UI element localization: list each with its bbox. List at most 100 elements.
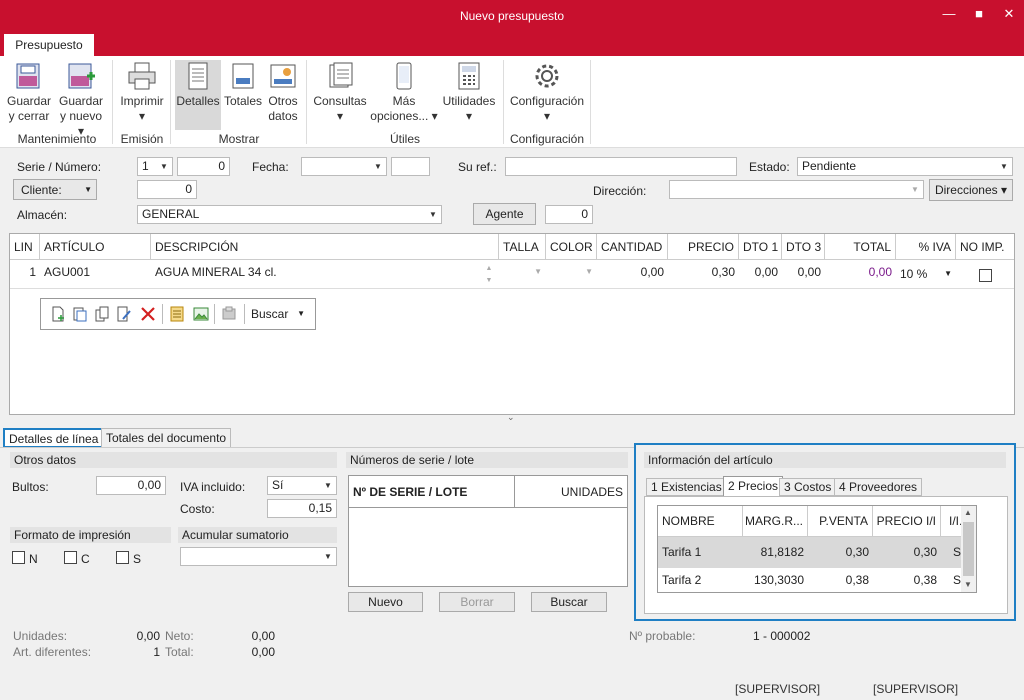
fecha-field[interactable]: ▼	[301, 157, 387, 176]
buscar-button[interactable]: Buscar	[531, 592, 607, 612]
col-header-unidades[interactable]: UNIDADES	[515, 476, 627, 508]
utilidades-button[interactable]: Utilidades ▾	[441, 60, 497, 124]
tab-costos[interactable]: 3 Costos	[779, 478, 837, 496]
col-header-descripcion[interactable]: DESCRIPCIÓN	[151, 234, 499, 260]
cell-precio-ii: 0,38	[913, 573, 937, 587]
col-header-nombre[interactable]: NOMBRE	[658, 506, 743, 537]
col-header-total[interactable]: TOTAL	[825, 234, 896, 260]
iva-incluido-select[interactable]: Sí ▼	[267, 476, 337, 495]
table-row[interactable]: Tarifa 1 81,8182 0,30 0,30 Sí	[658, 537, 976, 568]
col-header-precio[interactable]: PRECIO	[668, 234, 739, 260]
borrar-button[interactable]: Borrar	[439, 592, 515, 612]
cell-color[interactable]: ▼	[546, 261, 597, 289]
checkbox-s[interactable]	[116, 551, 129, 564]
estado-select[interactable]: Pendiente ▼	[797, 157, 1013, 176]
scrollbar-thumb[interactable]	[963, 522, 974, 576]
group-separator	[590, 60, 591, 144]
hora-field[interactable]	[391, 157, 430, 176]
col-header-dto3[interactable]: DTO 3	[782, 234, 825, 260]
col-header-iva[interactable]: % IVA	[896, 234, 956, 260]
tab-existencias[interactable]: 1 Existencias	[646, 478, 727, 496]
ribbon-tab-presupuesto[interactable]: Presupuesto	[4, 34, 94, 56]
separator	[162, 304, 163, 324]
notes-icon[interactable]	[168, 305, 186, 323]
cell-articulo[interactable]: AGU001	[40, 261, 151, 289]
scroll-down-icon[interactable]: ▼	[964, 580, 972, 589]
edit-icon[interactable]	[115, 305, 133, 323]
table-row[interactable]: 1 AGU001 AGUA MINERAL 34 cl. ▲ ▼ ▼ ▼ 0,00…	[10, 261, 1014, 289]
numero-field[interactable]: 0	[177, 157, 230, 176]
cell-dto3[interactable]: 0,00	[782, 261, 825, 289]
checkbox-n[interactable]	[12, 551, 25, 564]
no-imp-checkbox[interactable]	[979, 269, 992, 282]
col-header-pventa[interactable]: P.VENTA	[808, 506, 873, 537]
copy-icon[interactable]	[93, 305, 111, 323]
cliente-field[interactable]: 0	[137, 180, 197, 199]
col-header-articulo[interactable]: ARTÍCULO	[40, 234, 151, 260]
totales-label: Totales	[223, 94, 263, 108]
chevron-down-icon: ▼	[297, 309, 305, 318]
cell-precio[interactable]: 0,30	[668, 261, 739, 289]
maximize-button[interactable]: ■	[966, 4, 992, 24]
fecha-label: Fecha:	[252, 160, 289, 174]
costo-field[interactable]: 0,15	[267, 499, 337, 518]
chevron-down-icon: ▼	[374, 162, 382, 171]
col-header-dto1[interactable]: DTO 1	[739, 234, 782, 260]
disabled-tool-icon[interactable]	[220, 305, 238, 323]
minimize-button[interactable]: —	[936, 4, 962, 24]
close-button[interactable]: ✕	[996, 4, 1022, 24]
cell-cantidad[interactable]: 0,00	[597, 261, 668, 289]
bultos-field[interactable]: 0,00	[96, 476, 166, 495]
new-line-icon[interactable]	[49, 305, 67, 323]
scroll-up-icon[interactable]: ▲	[964, 508, 972, 517]
group-label-utiles: Útiles	[389, 132, 420, 146]
agente-button[interactable]: Agente	[473, 203, 536, 225]
cell-talla[interactable]: ▼	[499, 261, 546, 289]
tab-totales-documento[interactable]: Totales del documento	[101, 428, 232, 448]
direcciones-button[interactable]: Direcciones ▾	[929, 179, 1013, 201]
tab-detalles-linea[interactable]: Detalles de línea	[3, 428, 105, 448]
col-header-precio-ii[interactable]: PRECIO I/I	[873, 506, 941, 537]
delete-icon[interactable]	[139, 305, 157, 323]
tab-proveedores[interactable]: 4 Proveedores	[834, 478, 923, 496]
tab-precios[interactable]: 2 Precios	[723, 476, 784, 496]
col-header-lin[interactable]: LIN	[10, 234, 40, 260]
suref-label: Su ref.:	[458, 160, 497, 174]
checkbox-c[interactable]	[64, 551, 77, 564]
nuevo-button[interactable]: Nuevo	[348, 592, 423, 612]
totales-button[interactable]: Totales	[223, 60, 263, 109]
scroll-arrows-icon[interactable]: ▲ ▼	[483, 263, 495, 287]
col-header-cantidad[interactable]: CANTIDAD	[597, 234, 668, 260]
agente-field[interactable]: 0	[545, 205, 593, 224]
acumular-select[interactable]: ▼	[180, 547, 337, 566]
direccion-select[interactable]: ▼	[669, 180, 924, 199]
neto-label: Neto:	[165, 629, 194, 643]
cliente-button[interactable]: Cliente: ▼	[13, 179, 97, 200]
guardar-nuevo-button[interactable]: Guardar y nuevo ▾	[56, 60, 106, 139]
otros-datos-button[interactable]: Otros datos	[265, 60, 301, 124]
cell-iva[interactable]: 10 % ▼	[896, 263, 956, 291]
mas-opciones-button[interactable]: Más opciones... ▾	[370, 60, 438, 124]
insert-line-icon[interactable]	[71, 305, 89, 323]
col-header-color[interactable]: COLOR	[546, 234, 597, 260]
suref-field[interactable]	[505, 157, 737, 176]
col-header-serie[interactable]: Nº DE SERIE / LOTE	[349, 476, 515, 508]
configuracion-button[interactable]: Configuración ▾	[508, 60, 586, 124]
detalles-button[interactable]: Detalles	[175, 60, 221, 130]
buscar-dropdown[interactable]: Buscar ▼	[251, 307, 309, 321]
col-header-talla[interactable]: TALLA	[499, 234, 546, 260]
chevron-down-icon[interactable]: ⌄	[507, 412, 515, 423]
almacen-select[interactable]: GENERAL ▼	[137, 205, 442, 224]
n-probable-label: Nº probable:	[629, 629, 696, 643]
imprimir-button[interactable]: Imprimir ▾	[118, 60, 166, 124]
scrollbar[interactable]: ▲ ▼	[961, 506, 976, 592]
consultas-button[interactable]: Consultas ▾	[312, 60, 368, 124]
serie-select[interactable]: 1 ▼	[137, 157, 173, 176]
guardar-cerrar-button[interactable]: Guardar y cerrar	[6, 60, 52, 124]
image-icon[interactable]	[192, 305, 210, 323]
col-header-no-imp[interactable]: NO IMP.	[956, 234, 1014, 260]
col-header-marg[interactable]: MARG.R...	[743, 506, 808, 537]
cell-dto1[interactable]: 0,00	[739, 261, 782, 289]
cell-descripcion[interactable]: AGUA MINERAL 34 cl.	[151, 261, 481, 289]
table-row[interactable]: Tarifa 2 130,3030 0,38 0,38 Sí	[658, 568, 976, 593]
